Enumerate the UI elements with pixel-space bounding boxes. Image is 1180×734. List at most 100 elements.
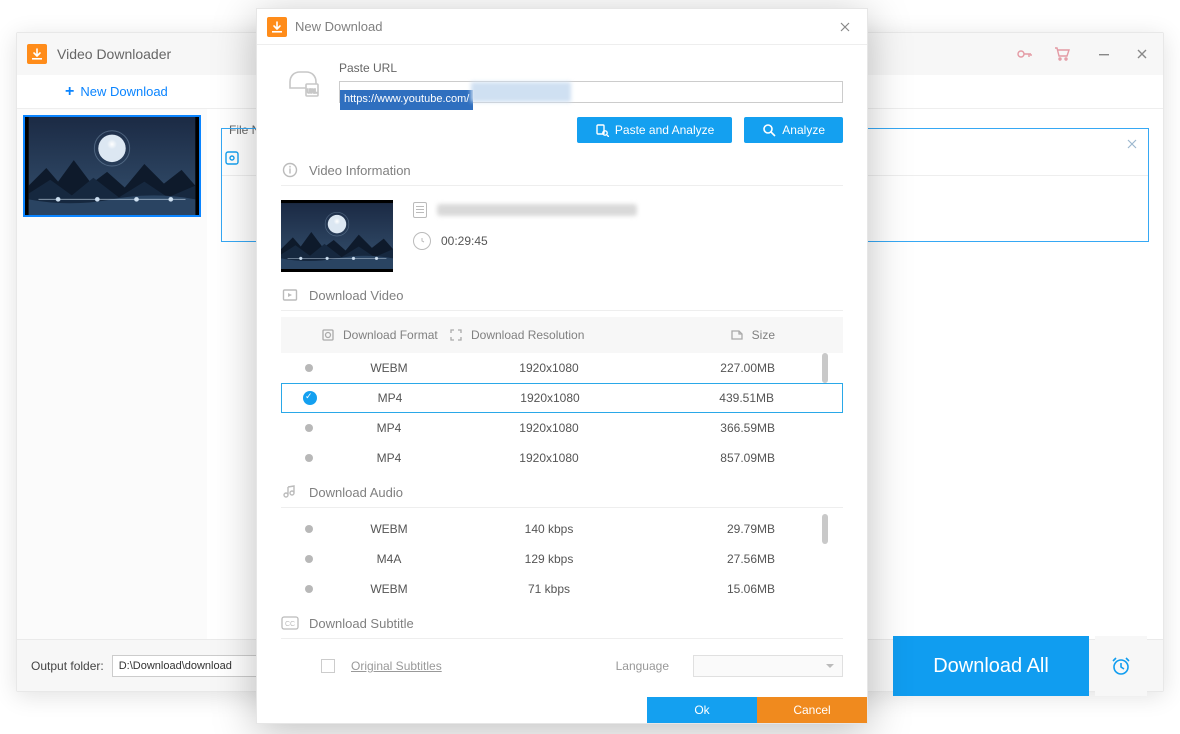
row-size: 857.09MB (649, 451, 815, 465)
url-icon: URL (281, 61, 325, 105)
new-download-label: New Download (80, 84, 167, 99)
row-format: MP4 (330, 391, 450, 405)
row-resolution: 1920x1080 (449, 451, 649, 465)
col-resolution: Download Resolution (471, 328, 584, 342)
url-input-value: https://www.youtube.com/ (340, 90, 473, 110)
queue-item[interactable] (23, 115, 201, 217)
row-bitrate: 140 kbps (449, 522, 649, 536)
dialog-titlebar: New Download (257, 9, 867, 45)
plus-icon: + (65, 83, 74, 101)
video-table-header: Download Format Download Resolution Size (281, 317, 843, 353)
download-video-label: Download Video (309, 288, 403, 303)
download-audio-header: Download Audio (281, 477, 843, 508)
dialog-body: URL Paste URL https://www.youtube.com/ P… (257, 45, 867, 697)
document-icon (413, 202, 427, 218)
col-format: Download Format (343, 328, 438, 342)
video-icon (281, 286, 299, 304)
cancel-button[interactable]: Cancel (757, 697, 867, 723)
dialog-footer: Ok Cancel (257, 697, 867, 723)
url-blurred-part (471, 82, 571, 102)
row-format: WEBM (329, 522, 449, 536)
check-icon (303, 391, 317, 405)
cancel-label: Cancel (793, 703, 830, 717)
bullet-icon (305, 585, 313, 593)
video-format-row[interactable]: MP41920x1080366.59MB (281, 413, 843, 443)
row-format: MP4 (329, 421, 449, 435)
output-folder-label: Output folder: (31, 659, 104, 673)
row-bitrate: 71 kbps (449, 582, 649, 596)
paste-and-analyze-label: Paste and Analyze (615, 123, 714, 137)
audio-format-row[interactable]: WEBM140 kbps29.79MB (281, 514, 843, 544)
format-icon (321, 328, 335, 342)
row-size: 27.56MB (649, 552, 815, 566)
dialog-close-button[interactable] (833, 15, 857, 39)
clock-icon (413, 232, 431, 250)
download-audio-label: Download Audio (309, 485, 403, 500)
bullet-icon (305, 525, 313, 533)
scrollbar[interactable] (822, 353, 828, 383)
row-resolution: 1920x1080 (450, 391, 650, 405)
row-size: 15.06MB (649, 582, 815, 596)
language-label: Language (616, 659, 669, 673)
original-subtitles-checkbox[interactable] (321, 659, 335, 673)
row-bitrate: 129 kbps (449, 552, 649, 566)
row-resolution: 1920x1080 (449, 361, 649, 375)
download-subtitle-header: CC Download Subtitle (281, 608, 843, 639)
minimize-button[interactable] (1087, 40, 1121, 68)
cc-icon: CC (281, 614, 299, 632)
video-duration: 00:29:45 (441, 234, 488, 248)
resolution-icon (449, 328, 463, 342)
new-download-button[interactable]: + New Download (25, 79, 208, 105)
close-detail-icon[interactable] (1126, 137, 1138, 153)
row-size: 439.51MB (650, 391, 814, 405)
scrollbar[interactable] (822, 514, 828, 544)
video-format-table: Download Format Download Resolution Size… (281, 317, 843, 473)
new-download-dialog: New Download URL Paste URL https://www.y… (256, 8, 868, 724)
video-title-blurred (437, 204, 637, 216)
language-select[interactable] (693, 655, 843, 677)
row-format: WEBM (329, 361, 449, 375)
bullet-icon (305, 555, 313, 563)
close-button[interactable] (1125, 40, 1159, 68)
row-size: 227.00MB (649, 361, 815, 375)
bullet-icon (305, 424, 313, 432)
cart-icon[interactable] (1045, 40, 1079, 68)
key-icon[interactable] (1007, 40, 1041, 68)
row-size: 29.79MB (649, 522, 815, 536)
audio-format-row[interactable]: WEBM71 kbps15.06MB (281, 574, 843, 604)
download-video-header: Download Video (281, 280, 843, 311)
video-info-label: Video Information (309, 163, 411, 178)
video-format-row[interactable]: MP41920x1080439.51MB (281, 383, 843, 413)
row-format: WEBM (329, 582, 449, 596)
video-format-row[interactable]: MP41920x1080857.09MB (281, 443, 843, 473)
video-info-header: Video Information (281, 155, 843, 186)
url-input[interactable]: https://www.youtube.com/ (339, 81, 843, 103)
download-subtitle-label: Download Subtitle (309, 616, 414, 631)
download-all-button[interactable]: Download All (893, 636, 1089, 696)
svg-text:CC: CC (285, 621, 295, 628)
bullet-icon (305, 454, 313, 462)
original-subtitles-label: Original Subtitles (351, 659, 442, 673)
queue-thumbnail (25, 117, 199, 215)
row-size: 366.59MB (649, 421, 815, 435)
paste-and-analyze-button[interactable]: Paste and Analyze (577, 117, 732, 143)
dialog-logo-icon (267, 17, 287, 37)
queue-panel (17, 109, 207, 639)
audio-format-table: WEBM140 kbps29.79MBM4A129 kbps27.56MBWEB… (281, 514, 843, 604)
paste-url-label: Paste URL (339, 61, 843, 75)
ok-button[interactable]: Ok (647, 697, 757, 723)
search-icon (762, 123, 776, 137)
svg-text:URL: URL (307, 89, 317, 95)
schedule-icon[interactable] (1095, 636, 1147, 696)
clipboard-search-icon (595, 123, 609, 137)
size-icon (730, 328, 744, 342)
row-format: M4A (329, 552, 449, 566)
video-thumbnail (281, 200, 393, 272)
col-size: Size (752, 328, 775, 342)
video-format-row[interactable]: WEBM1920x1080227.00MB (281, 353, 843, 383)
analyze-button[interactable]: Analyze (744, 117, 843, 143)
ok-label: Ok (694, 703, 709, 717)
audio-format-row[interactable]: M4A129 kbps27.56MB (281, 544, 843, 574)
row-resolution: 1920x1080 (449, 421, 649, 435)
app-logo-icon (27, 44, 47, 64)
